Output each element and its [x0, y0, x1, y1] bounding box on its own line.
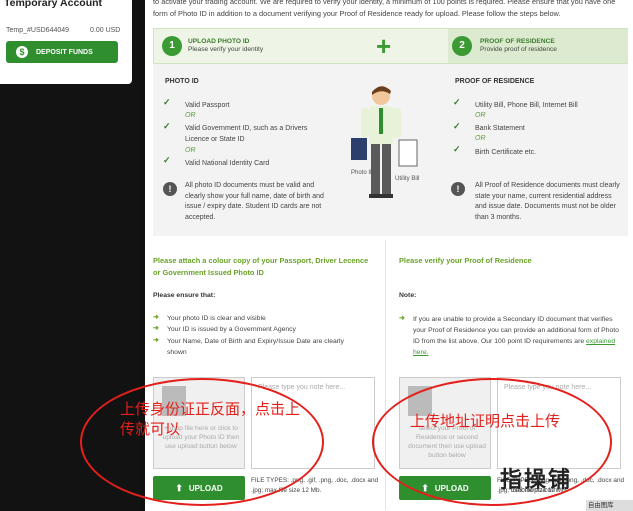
check-icon: ✓	[453, 121, 461, 131]
steps-bar: 1 UPLOAD PHOTO ID Please verify your ide…	[153, 28, 628, 64]
photo-id-item: Valid National Identity Card	[185, 160, 270, 167]
or-label: OR	[475, 112, 486, 119]
corner-label: 自由图库	[586, 500, 633, 511]
residence-item: Bank Statement	[475, 125, 525, 132]
photo-id-item: Valid Passport	[185, 102, 230, 109]
ensure-item: Your Name, Date of Birth and Expiry/Issu…	[167, 338, 344, 356]
check-icon: ✓	[453, 144, 461, 154]
warning-icon: !	[163, 182, 177, 196]
ensure-item: Your photo ID is clear and visible	[167, 315, 266, 322]
annotation-text-left: 上传身份证正反面，点击上传就可以	[120, 401, 301, 438]
check-icon: ✓	[453, 97, 461, 107]
account-title: Temporary Account	[4, 0, 103, 9]
photo-upload-title: Please attach a colour copy of your Pass…	[153, 256, 369, 277]
check-icon: ✓	[163, 155, 171, 165]
person-illustration-icon: Photo ID Utility Bill	[351, 86, 419, 198]
residence-note: All Proof of Residence documents must cl…	[475, 182, 620, 221]
arrow-icon: ➜	[153, 314, 159, 321]
deposit-funds-button[interactable]: $ DEPOSIT FUNDS	[6, 41, 118, 63]
or-label: OR	[475, 135, 486, 142]
intro-text: to activate your trading account. We are…	[153, 0, 616, 18]
photo-id-heading: PHOTO ID	[165, 78, 199, 85]
or-label: OR	[185, 112, 196, 119]
watermark-url: zhibiaopu.com	[512, 487, 558, 494]
note-heading: Note:	[399, 292, 417, 299]
account-id: Temp_#USD644049	[6, 27, 70, 34]
warning-icon: !	[451, 182, 465, 196]
step2-subtitle: Provide proof of residence	[480, 46, 557, 53]
ensure-item: Your ID is issued by a Government Agency	[167, 326, 296, 333]
step2-number: 2	[452, 36, 472, 56]
plus-icon: +	[376, 31, 392, 61]
annotation-ellipse-right	[372, 378, 612, 506]
check-icon: ✓	[163, 121, 171, 131]
annotation-text-right: 上传地址证明点击上传	[410, 413, 561, 430]
note-text: If you are unable to provide a Secondary…	[413, 314, 625, 358]
residence-item: Utility Bill, Phone Bill, Internet Bill	[475, 102, 578, 109]
residence-upload-title: Please verify your Proof of Residence	[399, 256, 532, 265]
residence-item: Birth Certificate etc.	[475, 149, 537, 156]
deposit-label: DEPOSIT FUNDS	[36, 48, 93, 56]
photo-id-label: Photo ID	[351, 170, 375, 176]
check-icon: ✓	[163, 97, 171, 107]
photo-id-note: All photo ID documents must be valid and…	[185, 182, 324, 221]
account-card: Temporary Account Temp_#USD644049 0.00 U…	[0, 0, 132, 84]
step1-title: UPLOAD PHOTO ID	[188, 38, 250, 45]
or-label: OR	[185, 147, 196, 154]
ensure-heading: Please ensure that:	[153, 292, 216, 299]
arrow-icon: ➜	[153, 337, 159, 344]
photo-id-item: Valid Government ID, such as a Drivers L…	[185, 125, 308, 143]
coin-icon: $	[16, 46, 28, 58]
step2-title: PROOF OF RESIDENCE	[480, 38, 555, 45]
step1-subtitle: Please verify your identity	[188, 46, 264, 53]
requirements-section: PHOTO ID ✓ Valid Passport OR ✓ Valid Gov…	[153, 64, 628, 236]
utility-bill-label: Utility Bill	[395, 176, 419, 182]
arrow-icon: ➜	[153, 325, 159, 332]
annotation-ellipse-left	[80, 378, 324, 506]
residence-heading: PROOF OF RESIDENCE	[455, 78, 535, 85]
account-balance: 0.00 USD	[90, 27, 121, 34]
step1-number: 1	[162, 36, 182, 56]
arrow-icon: ➜	[399, 315, 405, 322]
